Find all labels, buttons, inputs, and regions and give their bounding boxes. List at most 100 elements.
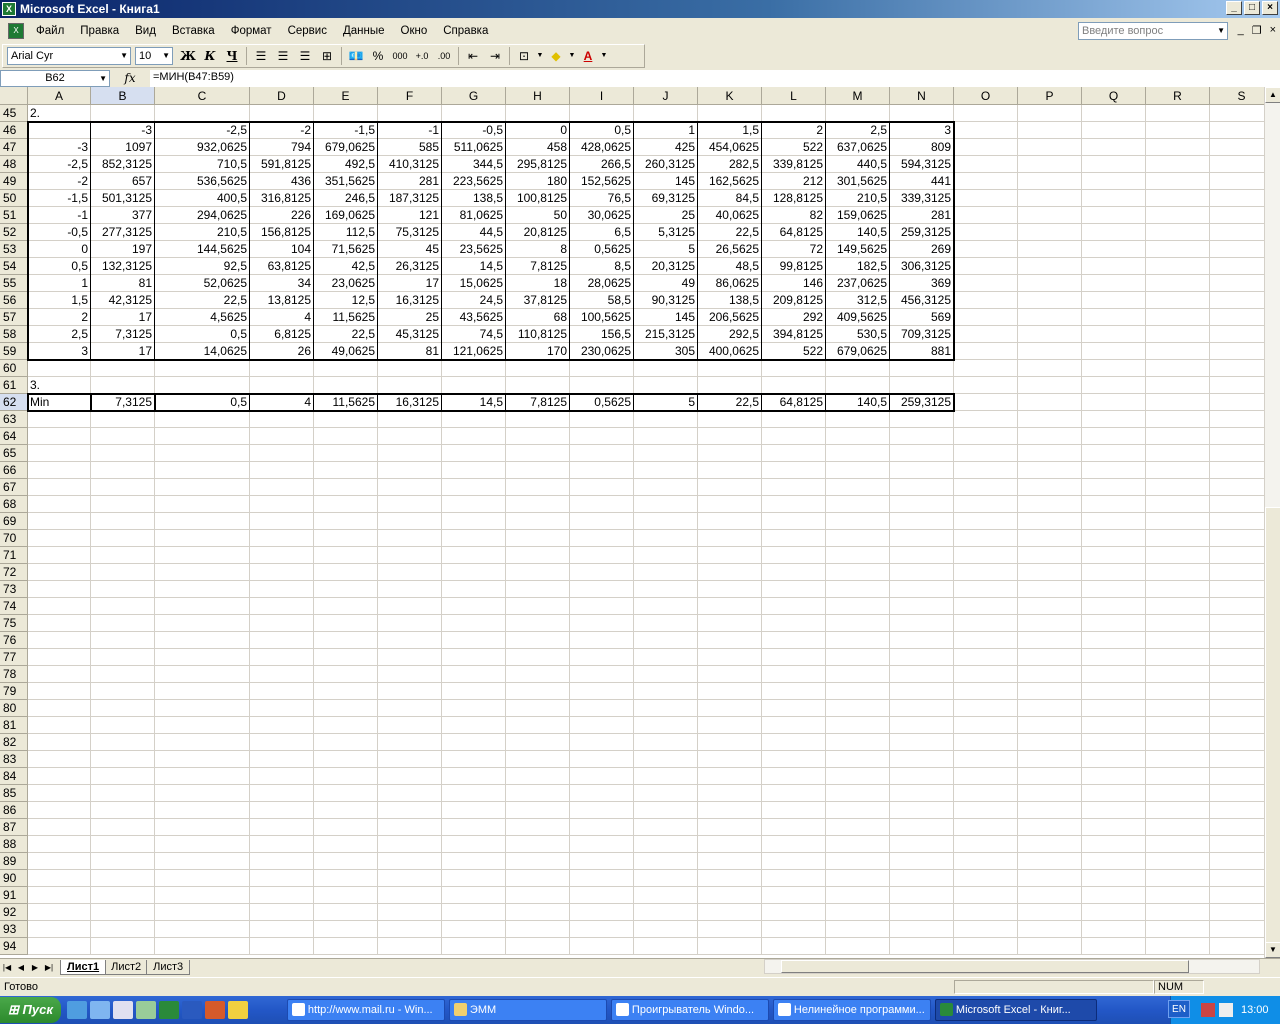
cell-b64[interactable] (91, 428, 155, 445)
row-header-71[interactable]: 71 (0, 547, 28, 564)
cell-c79[interactable] (155, 683, 250, 700)
cell-q94[interactable] (1082, 938, 1146, 955)
cell-r89[interactable] (1146, 853, 1210, 870)
cell-m86[interactable] (826, 802, 890, 819)
cell-o76[interactable] (954, 632, 1018, 649)
cell-n82[interactable] (890, 734, 954, 751)
cell-b73[interactable] (91, 581, 155, 598)
cell-s58[interactable] (1210, 326, 1264, 343)
cell-o81[interactable] (954, 717, 1018, 734)
cell-e69[interactable] (314, 513, 378, 530)
cell-f50[interactable]: 187,3125 (378, 190, 442, 207)
cell-b83[interactable] (91, 751, 155, 768)
cell-d86[interactable] (250, 802, 314, 819)
task-word[interactable]: Нелинейное программи... (772, 999, 931, 1021)
cell-g57[interactable]: 43,5625 (442, 309, 506, 326)
cell-o82[interactable] (954, 734, 1018, 751)
column-header-r[interactable]: R (1146, 87, 1210, 105)
cell-f53[interactable]: 45 (378, 241, 442, 258)
cell-s49[interactable] (1210, 173, 1264, 190)
cell-i70[interactable] (570, 530, 634, 547)
cell-l81[interactable] (762, 717, 826, 734)
cell-o84[interactable] (954, 768, 1018, 785)
cell-c61[interactable] (155, 377, 250, 394)
cell-f57[interactable]: 25 (378, 309, 442, 326)
cell-c84[interactable] (155, 768, 250, 785)
cell-a48[interactable]: -2,5 (28, 156, 91, 173)
row-header-65[interactable]: 65 (0, 445, 28, 462)
cell-d75[interactable] (250, 615, 314, 632)
cell-k52[interactable]: 22,5 (698, 224, 762, 241)
cell-h62[interactable]: 7,8125 (506, 394, 570, 411)
cell-r52[interactable] (1146, 224, 1210, 241)
cell-q92[interactable] (1082, 904, 1146, 921)
row-header-93[interactable]: 93 (0, 921, 28, 938)
cell-e58[interactable]: 22,5 (314, 326, 378, 343)
cell-j50[interactable]: 69,3125 (634, 190, 698, 207)
cell-n76[interactable] (890, 632, 954, 649)
column-header-d[interactable]: D (250, 87, 314, 105)
cell-r75[interactable] (1146, 615, 1210, 632)
cell-d62[interactable]: 4 (250, 394, 314, 411)
cell-l66[interactable] (762, 462, 826, 479)
cell-g90[interactable] (442, 870, 506, 887)
cell-f60[interactable] (378, 360, 442, 377)
cell-m73[interactable] (826, 581, 890, 598)
save-icon[interactable] (112, 1001, 133, 1019)
cell-c86[interactable] (155, 802, 250, 819)
cell-e57[interactable]: 11,5625 (314, 309, 378, 326)
cell-a45[interactable]: 2. (28, 105, 91, 122)
row-header-46[interactable]: 46 (0, 122, 28, 139)
cell-s77[interactable] (1210, 649, 1264, 666)
column-header-e[interactable]: E (314, 87, 378, 105)
cell-b62[interactable]: 7,3125 (91, 394, 155, 411)
cell-q48[interactable] (1082, 156, 1146, 173)
cell-s90[interactable] (1210, 870, 1264, 887)
cell-g79[interactable] (442, 683, 506, 700)
column-header-l[interactable]: L (762, 87, 826, 105)
cell-g74[interactable] (442, 598, 506, 615)
cell-i82[interactable] (570, 734, 634, 751)
cell-m61[interactable] (826, 377, 890, 394)
cell-a63[interactable] (28, 411, 91, 428)
close-button[interactable]: × (1262, 1, 1278, 15)
merge-center-icon[interactable]: ⊞ (316, 46, 338, 66)
cell-q67[interactable] (1082, 479, 1146, 496)
cell-c80[interactable] (155, 700, 250, 717)
cell-h69[interactable] (506, 513, 570, 530)
cell-f59[interactable]: 81 (378, 343, 442, 360)
cell-f71[interactable] (378, 547, 442, 564)
cell-r54[interactable] (1146, 258, 1210, 275)
cell-e70[interactable] (314, 530, 378, 547)
cell-d78[interactable] (250, 666, 314, 683)
cell-h50[interactable]: 100,8125 (506, 190, 570, 207)
cell-h81[interactable] (506, 717, 570, 734)
cell-q75[interactable] (1082, 615, 1146, 632)
cell-d46[interactable]: -2 (250, 122, 314, 139)
cell-f75[interactable] (378, 615, 442, 632)
cell-s69[interactable] (1210, 513, 1264, 530)
cell-s67[interactable] (1210, 479, 1264, 496)
cell-p80[interactable] (1018, 700, 1082, 717)
cell-n45[interactable] (890, 105, 954, 122)
cell-q76[interactable] (1082, 632, 1146, 649)
row-header-82[interactable]: 82 (0, 734, 28, 751)
cell-k66[interactable] (698, 462, 762, 479)
cell-r78[interactable] (1146, 666, 1210, 683)
cell-i92[interactable] (570, 904, 634, 921)
cell-r66[interactable] (1146, 462, 1210, 479)
cell-j68[interactable] (634, 496, 698, 513)
cell-o51[interactable] (954, 207, 1018, 224)
column-header-c[interactable]: C (155, 87, 250, 105)
cell-l46[interactable]: 2 (762, 122, 826, 139)
formula-input[interactable]: =МИН(B47:B59) (150, 69, 1280, 87)
cell-m50[interactable]: 210,5 (826, 190, 890, 207)
cell-h51[interactable]: 50 (506, 207, 570, 224)
cell-j52[interactable]: 5,3125 (634, 224, 698, 241)
cell-j61[interactable] (634, 377, 698, 394)
cell-m54[interactable]: 182,5 (826, 258, 890, 275)
cell-h66[interactable] (506, 462, 570, 479)
column-header-i[interactable]: I (570, 87, 634, 105)
cell-o53[interactable] (954, 241, 1018, 258)
cell-h90[interactable] (506, 870, 570, 887)
